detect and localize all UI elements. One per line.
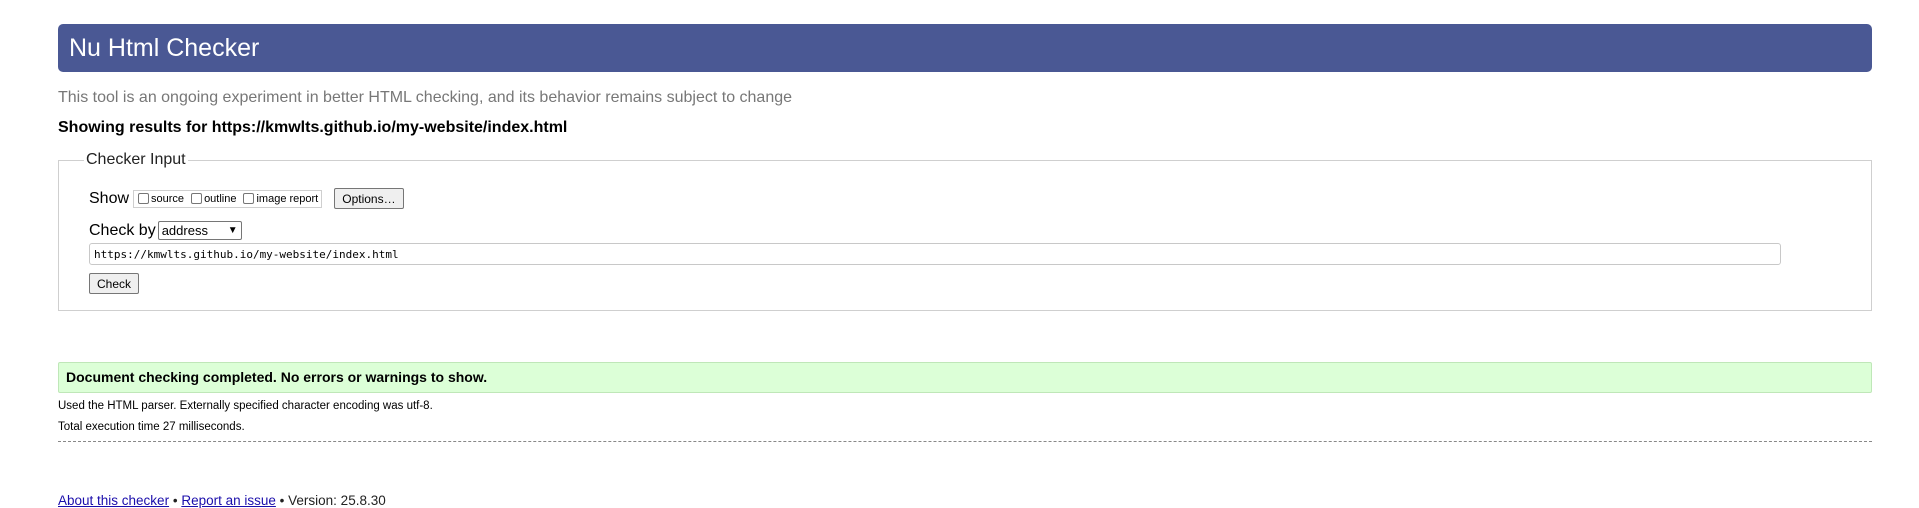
version-text: Version: 25.8.30 [288, 493, 386, 508]
image-report-option[interactable]: image report [242, 193, 318, 205]
image-report-checkbox[interactable] [243, 193, 255, 204]
outline-checkbox[interactable] [191, 193, 203, 204]
page-title: Nu Html Checker [69, 34, 260, 62]
parser-info: Used the HTML parser. Externally specifi… [58, 400, 433, 412]
show-label: Show [89, 189, 130, 207]
check-by-label: Check by [89, 221, 156, 239]
source-checkbox-label: source [151, 192, 185, 205]
chevron-down-icon: ▼ [227, 225, 238, 236]
page-header: Nu Html Checker [58, 24, 1872, 72]
show-options-group: source outline image report [133, 189, 323, 208]
outline-checkbox-label: outline [204, 192, 237, 205]
checker-input-legend: Checker Input [84, 151, 188, 169]
success-message: Document checking completed. No errors o… [58, 362, 1872, 393]
image-report-checkbox-label: image report [256, 192, 319, 205]
footer: About this checker • Report an issue • V… [58, 493, 386, 508]
subtitle: This tool is an ongoing experiment in be… [58, 89, 793, 106]
source-option[interactable]: source [137, 193, 184, 205]
page: Nu Html Checker This tool is an ongoing … [0, 0, 1919, 508]
source-checkbox[interactable] [138, 193, 150, 204]
checker-input-fieldset: Checker Input Show source outline image … [58, 151, 1872, 311]
footer-separator: • [172, 493, 178, 508]
check-button[interactable]: Check [89, 273, 140, 294]
results-heading: Showing results for https://kmwlts.githu… [58, 119, 568, 136]
about-link[interactable]: About this checker [58, 493, 169, 508]
outline-option[interactable]: outline [190, 193, 236, 205]
divider [58, 441, 1872, 442]
execution-time: Total execution time 27 milliseconds. [58, 421, 245, 433]
details: Used the HTML parser. Externally specifi… [58, 399, 433, 441]
options-button[interactable]: Options… [334, 188, 404, 209]
check-by-row: Check by address ▼ [89, 221, 242, 240]
show-row: Show source outline image report Options… [89, 188, 404, 209]
report-issue-link[interactable]: Report an issue [181, 493, 276, 508]
url-input[interactable]: https://kmwlts.github.io/my-website/inde… [89, 243, 1781, 265]
footer-separator: • [279, 493, 285, 508]
check-by-select[interactable]: address ▼ [157, 221, 242, 240]
check-by-selected-value: address [161, 223, 208, 238]
